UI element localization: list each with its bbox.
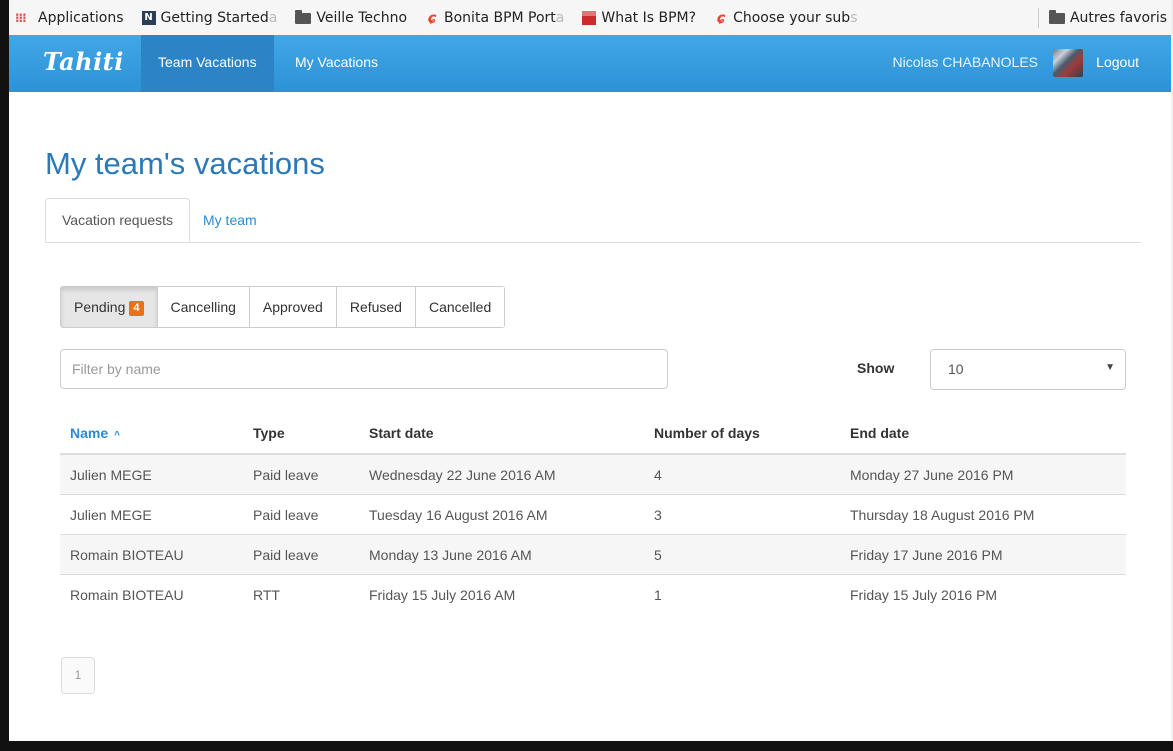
column-header-number-of-days[interactable]: Number of days [644,413,840,455]
column-header-name[interactable]: Name ^ [60,413,243,455]
avatar [1053,49,1083,77]
cell-number-of-days: 5 [644,534,840,575]
cell-type: Paid leave [243,453,359,495]
bookmark-other-favorites[interactable]: Autres favoris [1048,9,1167,26]
cell-type: Paid leave [243,534,359,575]
tab-vacation-requests[interactable]: Vacation requests [45,198,191,242]
bookmark-bonita-bpm-portal[interactable]: ɕ Bonita BPM Port a [425,9,565,26]
filter-pending-label: Pending [74,299,126,315]
page-title: My team's vacations [45,146,325,181]
filter-approved-button[interactable]: Approved [249,287,337,327]
sort-ascending-icon: ^ [114,430,120,441]
bookmark-label: Veille Techno [316,9,408,26]
bookmark-label: Getting Started [160,9,269,26]
table-row[interactable]: Julien MEGE Paid leave Wednesday 22 June… [60,453,1126,495]
window-frame-bottom [0,741,1173,751]
cell-start-date: Wednesday 22 June 2016 AM [359,453,644,495]
cell-start-date: Friday 15 July 2016 AM [359,574,644,614]
tabs-bar: Vacation requests My team [45,198,1141,243]
filter-by-name-input[interactable] [60,349,668,389]
bookmarks-bar: ⁝⁝⁝ Applications N Getting Started a Vei… [9,0,1171,36]
folder-icon [1048,10,1065,24]
bookmark-choose-subscription[interactable]: ɕ Choose your sub s [714,9,858,26]
top-navbar: Tahiti Team Vacations My Vacations Nicol… [9,35,1171,92]
cell-name: Julien MEGE [60,453,243,495]
bookmark-label-fade: s [850,9,858,26]
cell-number-of-days: 3 [644,494,840,535]
bpm-icon [582,10,597,25]
cell-number-of-days: 1 [644,574,840,614]
bonita-icon: ɕ [716,9,726,26]
nav-my-vacations[interactable]: My Vacations [278,35,395,92]
cell-start-date: Tuesday 16 August 2016 AM [359,494,644,535]
filter-refused-button[interactable]: Refused [336,287,416,327]
bookmarks-separator [1037,7,1039,28]
tab-my-team[interactable]: My team [187,198,273,242]
cell-name: Julien MEGE [60,494,243,535]
vacations-table: Name ^ Type Start date Number of days End… [60,413,1126,614]
caret-down-icon: ▼ [1105,362,1115,373]
folder-icon [295,10,312,24]
show-label: Show [857,360,895,376]
filter-cancelled-button[interactable]: Cancelled [415,287,505,327]
page-size-select[interactable]: 10 ▼ [930,349,1126,390]
bookmark-getting-started[interactable]: N Getting Started a [141,9,278,26]
cell-end-date: Friday 17 June 2016 PM [840,534,1126,575]
logout-link[interactable]: Logout [1096,35,1139,90]
bookmark-label-fade: a [555,9,565,26]
bookmark-veille-techno[interactable]: Veille Techno [295,10,407,26]
nav-team-vacations[interactable]: Team Vacations [141,35,274,92]
column-header-type[interactable]: Type [243,413,359,455]
cell-start-date: Monday 13 June 2016 AM [359,534,644,575]
bookmark-label: What Is BPM? [601,9,697,26]
column-header-start-date[interactable]: Start date [359,413,644,455]
bonita-icon: ɕ [427,9,437,26]
getting-started-icon: N [141,10,156,25]
cell-end-date: Monday 27 June 2016 PM [840,453,1126,495]
page-size-value: 10 [948,361,964,377]
column-header-label: Name [70,425,109,441]
filter-cancelling-button[interactable]: Cancelling [157,287,250,327]
column-header-end-date[interactable]: End date [840,413,1126,455]
window-frame-left [0,0,9,751]
cell-type: RTT [243,574,359,614]
brand-logo[interactable]: Tahiti [43,47,124,76]
table-row[interactable]: Julien MEGE Paid leave Tuesday 16 August… [60,494,1126,535]
table-row[interactable]: Romain BIOTEAU RTT Friday 15 July 2016 A… [60,574,1126,614]
apps-grid-icon: ⁝⁝⁝ [15,10,27,25]
cell-name: Romain BIOTEAU [60,574,243,614]
bookmark-label-fade: a [268,9,278,26]
cell-end-date: Thursday 18 August 2016 PM [840,494,1126,535]
pending-count-badge: 4 [129,301,144,316]
table-row[interactable]: Romain BIOTEAU Paid leave Monday 13 June… [60,534,1126,575]
bookmark-label: Applications [38,9,124,26]
bookmark-label: Choose your sub [733,9,851,26]
bookmark-label: Autres favoris [1069,9,1167,26]
bookmark-what-is-bpm[interactable]: What Is BPM? [582,10,696,26]
cell-number-of-days: 4 [644,453,840,495]
table-header-row: Name ^ Type Start date Number of days End… [60,413,1126,455]
pagination-page-1[interactable]: 1 [61,657,95,694]
cell-type: Paid leave [243,494,359,535]
bookmark-label: Bonita BPM Port [444,9,556,26]
user-name: Nicolas CHABANOLES [892,54,1039,70]
bookmark-applications[interactable]: ⁝⁝⁝ Applications [15,10,124,26]
cell-name: Romain BIOTEAU [60,534,243,575]
status-filter-group: Pending 4 Cancelling Approved Refused Can… [60,286,506,328]
filter-pending-button[interactable]: Pending 4 [61,287,158,327]
cell-end-date: Friday 15 July 2016 PM [840,574,1126,614]
